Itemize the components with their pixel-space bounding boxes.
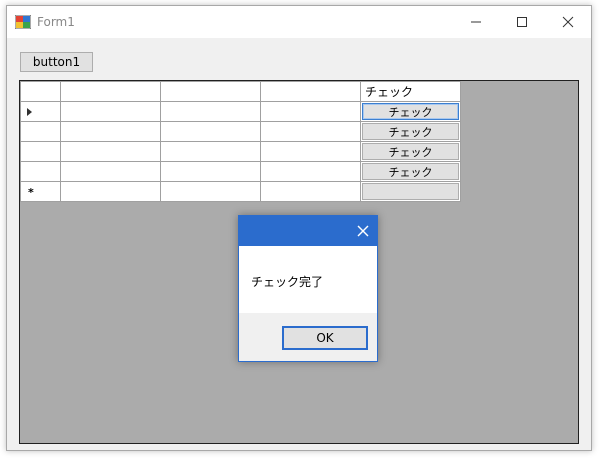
message-box-body: チェック完了 xyxy=(239,246,377,313)
column-header-check[interactable]: チェック xyxy=(360,81,461,102)
minimize-button[interactable] xyxy=(453,6,499,38)
close-button[interactable] xyxy=(545,6,591,38)
grid-cell[interactable] xyxy=(60,181,161,202)
window-title: Form1 xyxy=(37,15,75,29)
check-button[interactable]: チェック xyxy=(362,123,459,140)
grid-cell[interactable] xyxy=(260,181,361,202)
check-cell: チェック xyxy=(360,121,461,142)
minimize-icon xyxy=(471,21,481,23)
grid-cell[interactable] xyxy=(260,121,361,142)
check-button[interactable]: チェック xyxy=(362,163,459,180)
grid-cell[interactable] xyxy=(260,101,361,122)
grid-cell[interactable] xyxy=(160,101,261,122)
grid-cell[interactable] xyxy=(60,101,161,122)
title-bar[interactable]: Form1 xyxy=(7,6,591,38)
grid-cell[interactable] xyxy=(160,181,261,202)
ok-button[interactable]: OK xyxy=(282,326,368,350)
check-button[interactable]: チェック xyxy=(362,143,459,160)
column-header-2[interactable] xyxy=(160,81,261,102)
maximize-icon xyxy=(517,17,527,27)
grid-cell[interactable] xyxy=(260,161,361,182)
close-icon xyxy=(562,16,574,28)
top-left-header-cell[interactable] xyxy=(20,81,61,102)
table-row: チェック xyxy=(20,101,461,122)
row-header[interactable] xyxy=(20,121,61,142)
grid-cell[interactable] xyxy=(260,141,361,162)
grid-table: チェック チェック チェック チェック チェック * xyxy=(20,81,461,202)
new-row-marker: * xyxy=(28,186,34,199)
column-header-3[interactable] xyxy=(260,81,361,102)
grid-cell[interactable] xyxy=(160,141,261,162)
check-cell xyxy=(360,181,461,202)
grid-cell[interactable] xyxy=(60,161,161,182)
grid-header-row: チェック xyxy=(20,81,461,102)
table-row: チェック xyxy=(20,141,461,162)
check-button[interactable]: チェック xyxy=(362,103,459,120)
maximize-button[interactable] xyxy=(499,6,545,38)
grid-cell[interactable] xyxy=(60,141,161,162)
row-header[interactable] xyxy=(20,101,61,122)
app-icon xyxy=(15,15,31,29)
check-cell: チェック xyxy=(360,101,461,122)
table-row: チェック xyxy=(20,121,461,142)
check-button-empty[interactable] xyxy=(362,183,459,200)
button1[interactable]: button1 xyxy=(20,52,93,72)
grid-cell[interactable] xyxy=(160,161,261,182)
row-header[interactable] xyxy=(20,141,61,162)
table-row: チェック xyxy=(20,161,461,182)
check-cell: チェック xyxy=(360,141,461,162)
message-box-title-bar[interactable] xyxy=(239,216,377,246)
column-header-1[interactable] xyxy=(60,81,161,102)
new-row: * xyxy=(20,181,461,202)
row-header[interactable] xyxy=(20,161,61,182)
close-icon[interactable] xyxy=(355,223,371,239)
current-row-icon xyxy=(27,108,32,116)
row-header[interactable]: * xyxy=(20,181,61,202)
check-cell: チェック xyxy=(360,161,461,182)
grid-cell[interactable] xyxy=(160,121,261,142)
grid-cell[interactable] xyxy=(60,121,161,142)
message-box: チェック完了 OK xyxy=(238,215,378,362)
message-text: チェック完了 xyxy=(251,275,324,289)
